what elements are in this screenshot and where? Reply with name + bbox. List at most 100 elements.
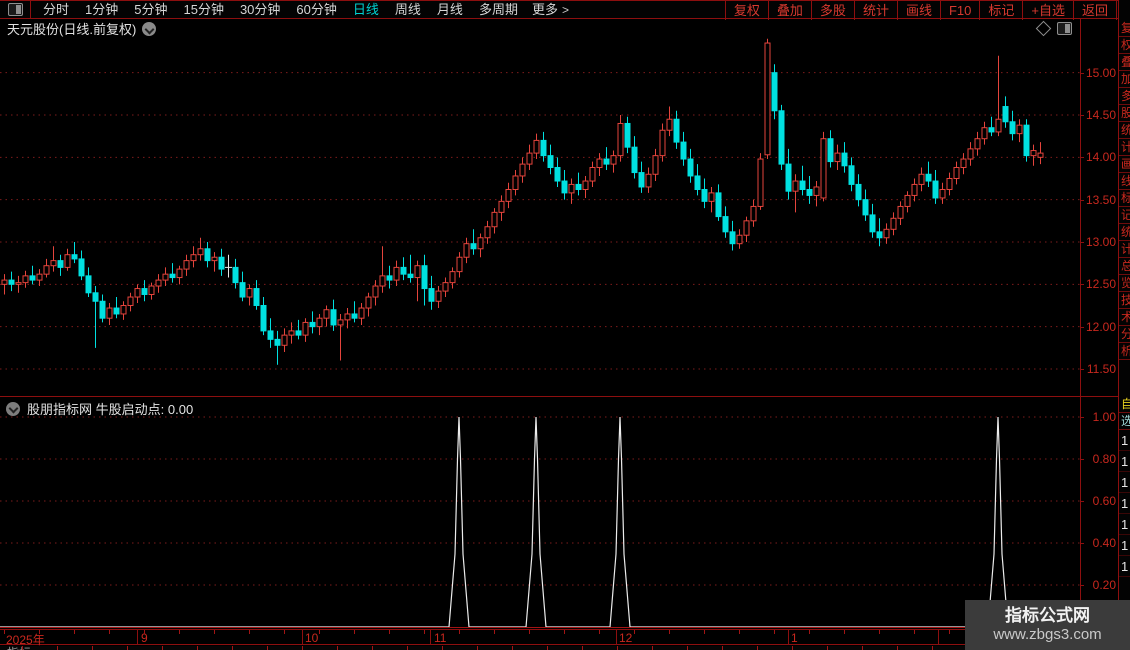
diamond-icon[interactable] bbox=[1035, 20, 1052, 37]
period-button-多周期[interactable]: 多周期 bbox=[471, 1, 526, 18]
period-button-15分钟[interactable]: 15分钟 bbox=[175, 1, 231, 18]
right-strip-cell[interactable]: 标 bbox=[1119, 190, 1130, 207]
right-strip-cell[interactable]: 析 bbox=[1119, 343, 1130, 360]
timeline-tick bbox=[879, 630, 880, 634]
bottom-row-tick bbox=[22, 646, 23, 650]
action-button-标记[interactable]: 标记 bbox=[979, 1, 1022, 20]
candlestick-chart[interactable] bbox=[0, 38, 1080, 396]
watermark-url: www.zbgs3.com bbox=[993, 626, 1102, 643]
right-strip-cell[interactable]: 计 bbox=[1119, 241, 1130, 258]
bottom-row-tick bbox=[932, 646, 933, 650]
right-strip-digit: 1 bbox=[1119, 556, 1130, 577]
timeline-tick bbox=[599, 630, 600, 634]
axis-tick bbox=[1080, 199, 1084, 201]
title-row-icons bbox=[1035, 20, 1072, 37]
period-button-日线[interactable]: 日线 bbox=[345, 1, 387, 18]
period-button-分时[interactable]: 分时 bbox=[35, 1, 77, 18]
timeline-tick bbox=[179, 630, 180, 634]
timeline-tick bbox=[809, 630, 810, 634]
timeline-tick bbox=[739, 630, 740, 634]
right-strip-cell[interactable]: 计 bbox=[1119, 139, 1130, 156]
timeline-tick bbox=[914, 630, 915, 634]
panel-toggle-icon[interactable] bbox=[1057, 22, 1072, 35]
timeline-month-separator bbox=[938, 630, 939, 645]
right-strip-cell[interactable]: 览 bbox=[1119, 275, 1130, 292]
right-strip-digit: 1 bbox=[1119, 535, 1130, 556]
sidebar-toggle-button[interactable] bbox=[0, 1, 31, 18]
axis-tick bbox=[1080, 585, 1084, 586]
right-strip-cell[interactable]: 选 bbox=[1119, 413, 1130, 430]
bottom-row-tick bbox=[302, 646, 303, 650]
action-button-画线[interactable]: 画线 bbox=[896, 1, 940, 20]
timeline-axis[interactable]: 2025年 9 10 11 12 1 bbox=[0, 629, 1080, 647]
axis-tick bbox=[1080, 157, 1084, 159]
bottom-row-tick bbox=[127, 646, 128, 650]
indicator-axis-label: 1.00 bbox=[1092, 410, 1116, 424]
period-button-1分钟[interactable]: 1分钟 bbox=[77, 1, 126, 18]
right-strip-cell[interactable]: 总 bbox=[1119, 258, 1130, 275]
action-button-+自选[interactable]: +自选 bbox=[1022, 1, 1073, 20]
action-button-叠加[interactable]: 叠加 bbox=[767, 1, 811, 20]
title-row: 天元股份(日线.前复权) bbox=[0, 19, 1080, 38]
watermark-title: 指标公式网 bbox=[1005, 606, 1090, 625]
timeline-month-separator bbox=[137, 630, 138, 645]
right-strip-digit: 1 bbox=[1119, 472, 1130, 493]
action-button-F10[interactable]: F10 bbox=[939, 1, 979, 20]
period-button-60分钟[interactable]: 60分钟 bbox=[288, 1, 344, 18]
bottom-row-tick bbox=[582, 646, 583, 650]
period-button-周线[interactable]: 周线 bbox=[387, 1, 429, 18]
indicator-chevron-down-icon[interactable] bbox=[6, 401, 20, 416]
chevron-right-icon: > bbox=[561, 3, 569, 17]
more-periods-button[interactable]: 更多 > bbox=[526, 1, 575, 18]
indicator-baseline-border bbox=[0, 627, 1118, 628]
timeline-tick bbox=[4, 630, 5, 634]
timeline-tick bbox=[634, 630, 635, 634]
timeline-tick bbox=[564, 630, 565, 634]
right-strip-cell[interactable]: 复 bbox=[1119, 20, 1130, 37]
action-button-统计[interactable]: 统计 bbox=[853, 1, 897, 20]
axis-tick bbox=[1080, 72, 1084, 74]
bottom-row-tick bbox=[547, 646, 548, 650]
right-strip-cell[interactable]: 多 bbox=[1119, 88, 1130, 105]
right-strip-cell[interactable]: 画 bbox=[1119, 156, 1130, 173]
right-strip-cell[interactable]: 术 bbox=[1119, 309, 1130, 326]
indicator-label: 股朋指标网 牛股启动点: 0.00 bbox=[27, 402, 194, 417]
axis-tick bbox=[1080, 241, 1084, 243]
bottom-row-tick bbox=[512, 646, 513, 650]
right-strip-cell[interactable]: 技 bbox=[1119, 292, 1130, 309]
right-strip-cell[interactable]: 统 bbox=[1119, 224, 1130, 241]
timeline-tick bbox=[214, 630, 215, 634]
timeline-label: 12 bbox=[619, 631, 633, 645]
bottom-row-tick bbox=[442, 646, 443, 650]
bottom-row-tick bbox=[337, 646, 338, 650]
right-strip-cell[interactable]: 记 bbox=[1119, 207, 1130, 224]
timeline-label: 10 bbox=[305, 631, 319, 645]
action-button-复权[interactable]: 复权 bbox=[724, 1, 768, 20]
action-button-多股[interactable]: 多股 bbox=[810, 1, 854, 20]
price-axis-label: 13.50 bbox=[1085, 192, 1116, 207]
right-strip-cell[interactable]: 线 bbox=[1119, 173, 1130, 190]
right-strip-cell[interactable]: 权 bbox=[1119, 37, 1130, 54]
period-button-月线[interactable]: 月线 bbox=[429, 1, 471, 18]
sidebar-toggle-icon bbox=[7, 3, 23, 16]
timeline-tick bbox=[39, 630, 40, 634]
action-button-返回[interactable]: 返回 bbox=[1072, 1, 1117, 20]
axis-tick bbox=[1080, 501, 1084, 502]
right-strip-cell[interactable]: 统 bbox=[1119, 122, 1130, 139]
timeline-tick bbox=[704, 630, 705, 634]
right-strip-cell[interactable]: 股 bbox=[1119, 105, 1130, 122]
watermark-badge: 指标公式网 www.zbgs3.com bbox=[965, 600, 1130, 650]
timeline-tick bbox=[354, 630, 355, 634]
indicator-chart[interactable] bbox=[0, 396, 1080, 629]
right-strip-cell[interactable]: 叠 bbox=[1119, 54, 1130, 71]
period-button-5分钟[interactable]: 5分钟 bbox=[126, 1, 175, 18]
right-strip-cell[interactable]: 加 bbox=[1119, 71, 1130, 88]
title-chevron-down-icon[interactable] bbox=[142, 21, 157, 36]
bottom-row-tick bbox=[162, 646, 163, 650]
timeline-tick bbox=[494, 630, 495, 634]
right-strip-cell[interactable]: 分 bbox=[1119, 326, 1130, 343]
axis-tick bbox=[1080, 115, 1084, 116]
bottom-row-tick bbox=[722, 646, 723, 650]
right-strip-cell-highlight[interactable]: 自 bbox=[1119, 396, 1130, 413]
period-button-30分钟[interactable]: 30分钟 bbox=[232, 1, 288, 18]
